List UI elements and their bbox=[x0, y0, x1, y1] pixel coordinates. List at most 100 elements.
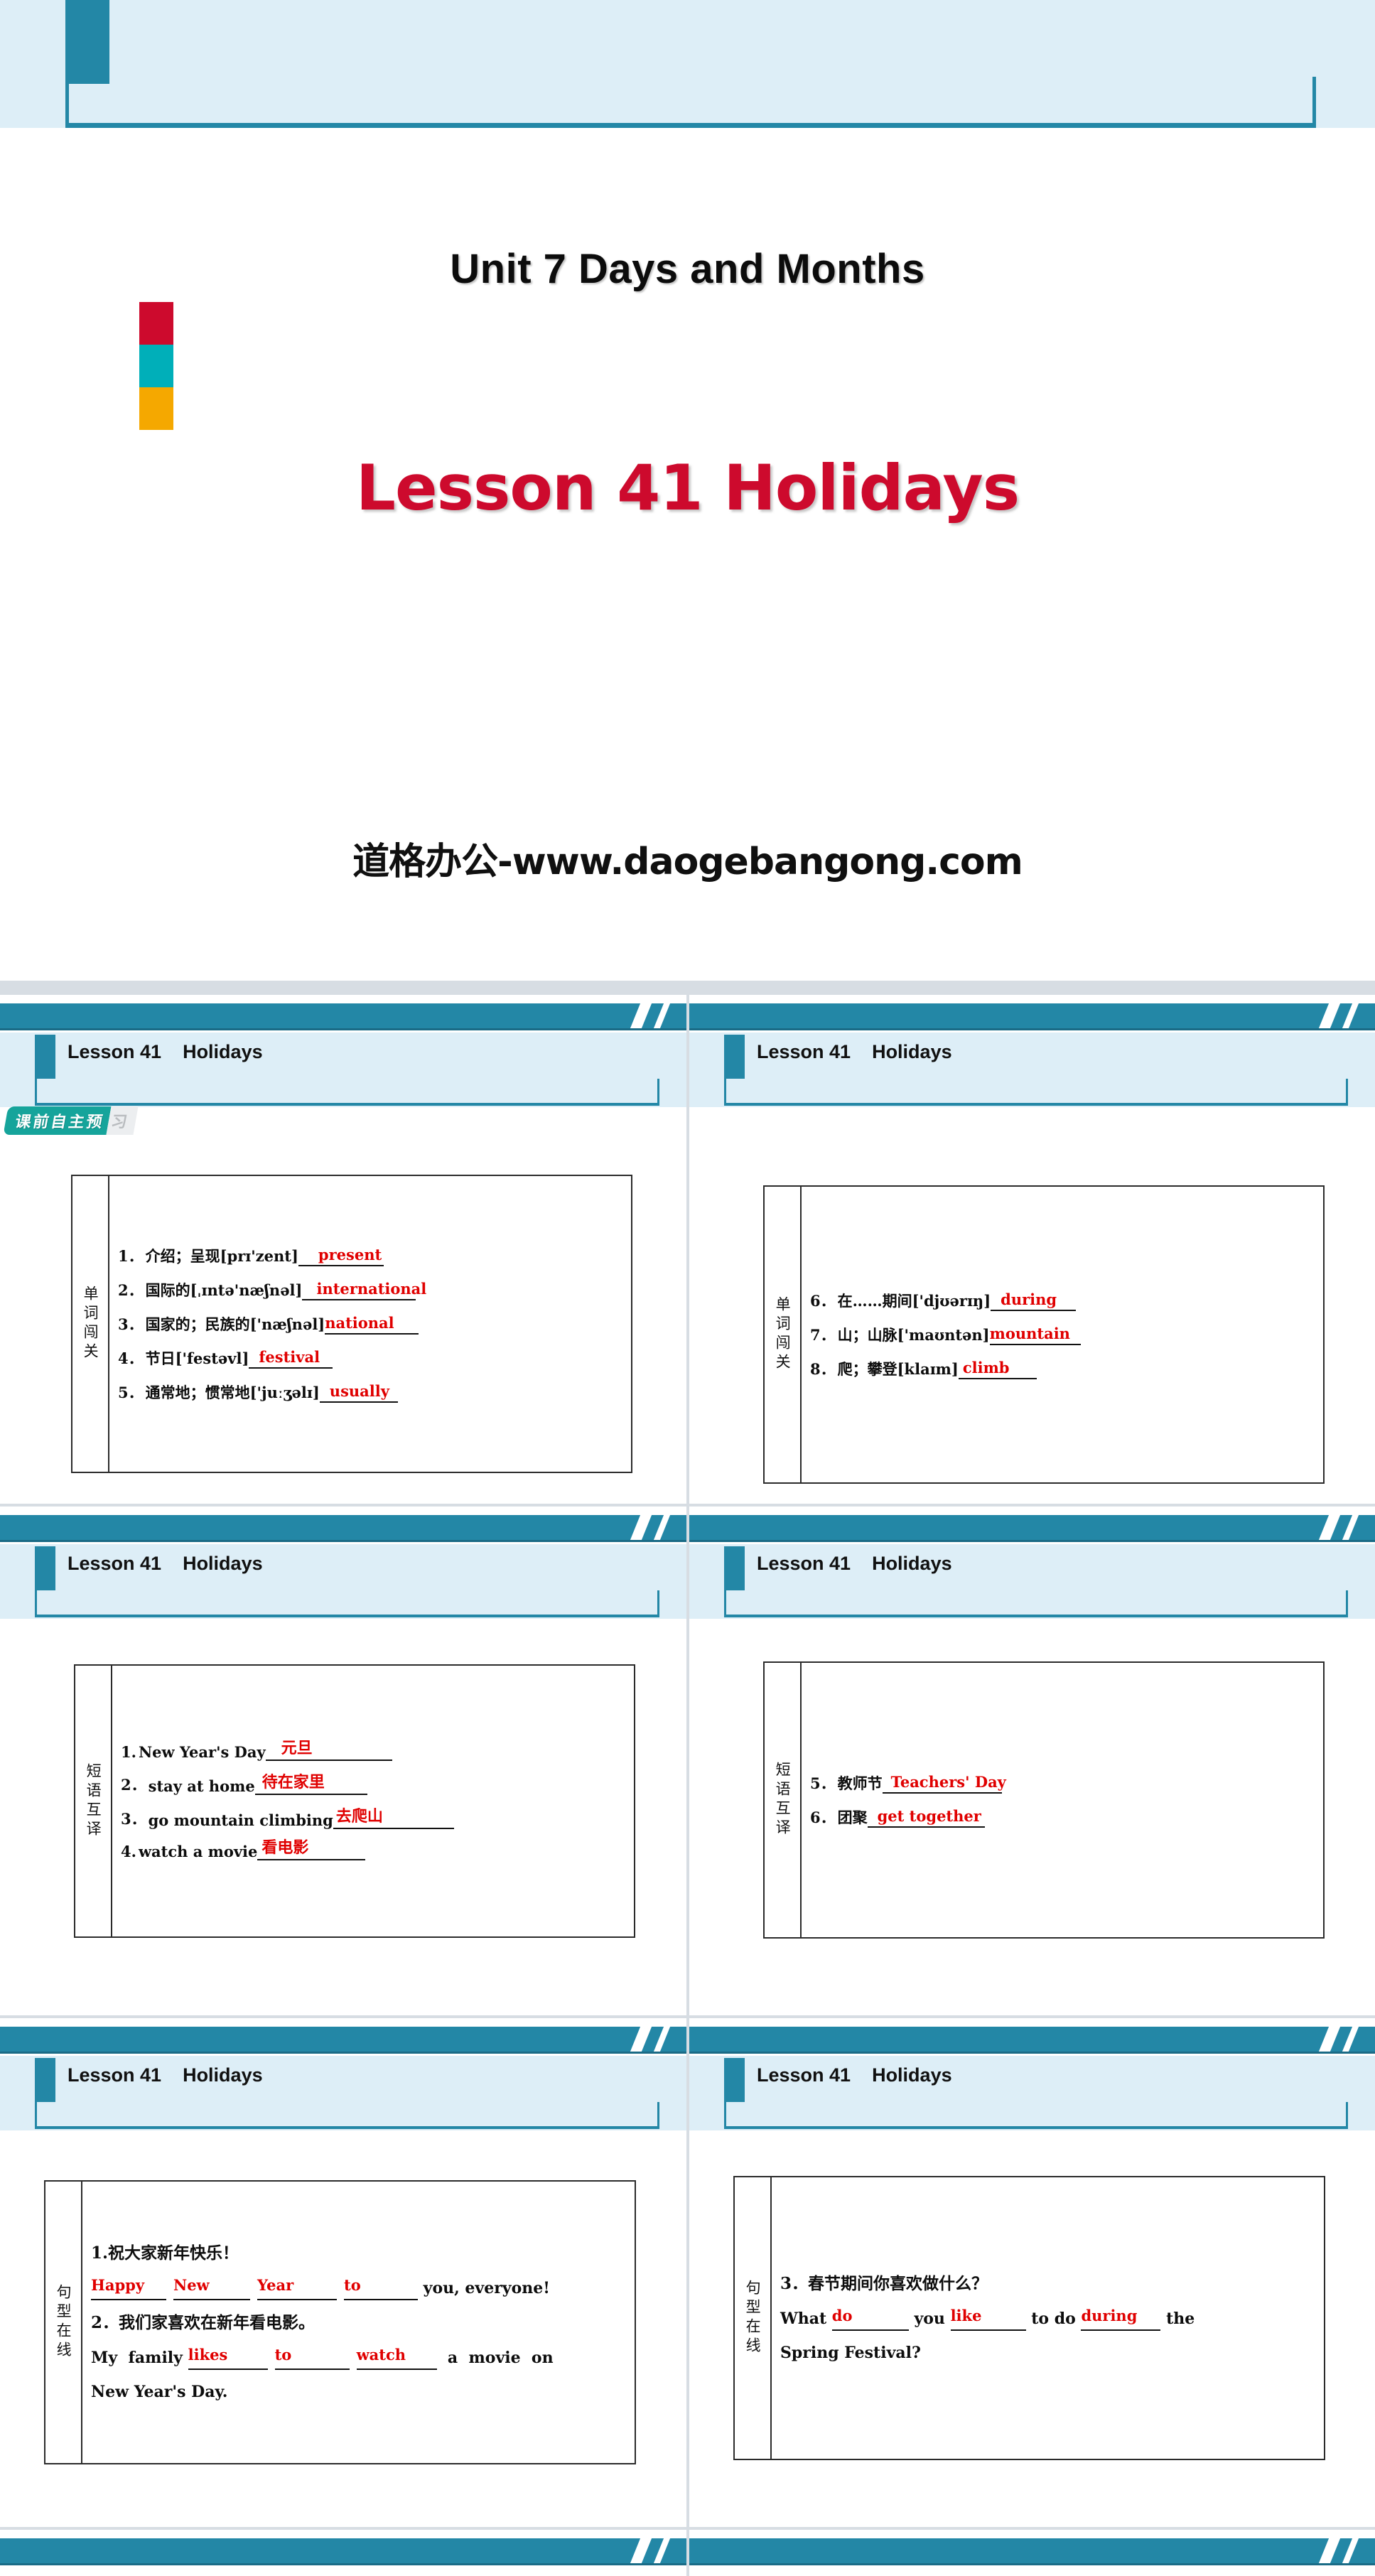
row-prompt: 国家的；民族的['næʃnəl] bbox=[145, 1315, 325, 1333]
slide-words-1[interactable]: Lesson 41 Holidays 课前自主预习单词闯关 1． 介绍；呈现[prɪ'… bbox=[0, 995, 686, 1504]
sentence-text: What bbox=[780, 2309, 832, 2328]
slide-header-title: Lesson 41 Holidays bbox=[68, 2064, 263, 2086]
table-body-cell: 1. New Year's Day 元旦 2． stay at home 待在家里 3． … bbox=[112, 1666, 634, 1936]
slide-phrases-1[interactable]: Lesson 41 Holidays 短语互译 1. New Year's Day 元旦… bbox=[0, 1507, 686, 2015]
answer-blank[interactable]: usually bbox=[319, 1382, 398, 1403]
slide-topbar bbox=[689, 2538, 1375, 2565]
slide-header-frame bbox=[35, 1079, 659, 1106]
sentence-line: New Year's Day. bbox=[91, 2382, 228, 2401]
table-row: 5． 教师节 Teachers' Day bbox=[810, 1772, 1315, 1794]
table-row: 8． 爬；攀登[klaɪm] climb bbox=[810, 1358, 1315, 1379]
answer-text: present bbox=[318, 1246, 382, 1263]
slide-header-title: Lesson 41 Holidays bbox=[68, 1553, 263, 1574]
answer-blank[interactable]: get together bbox=[867, 1807, 985, 1828]
slide-sentences-1[interactable]: Lesson 41 Holidays 句型在线 1.祝大家新年快乐！ Happy New… bbox=[0, 2018, 686, 2527]
answer-blank[interactable]: 待在家里 bbox=[254, 1773, 367, 1795]
answer-text: mountain bbox=[989, 1325, 1070, 1342]
answer-text: climb bbox=[962, 1359, 1010, 1376]
table-body-cell: 3．春节期间你喜欢做什么？ What do you like to do duri… bbox=[772, 2177, 1324, 2459]
row-number: 5． bbox=[118, 1384, 144, 1401]
answer-blank[interactable]: climb bbox=[958, 1359, 1037, 1379]
topbar-slash-icon bbox=[1342, 2027, 1359, 2052]
topbar-slash-icon bbox=[1318, 1003, 1341, 1028]
answer-blank[interactable]: 元旦 bbox=[265, 1739, 392, 1761]
unit-title: Unit 7 Days and Months bbox=[450, 246, 925, 292]
slide-header-tab bbox=[724, 1546, 745, 1590]
title-header-tab bbox=[65, 0, 109, 84]
answer-blank[interactable]: watch bbox=[356, 2346, 437, 2370]
answer-blank[interactable]: during bbox=[1081, 2307, 1161, 2331]
answer-blank[interactable]: do bbox=[831, 2307, 909, 2331]
answer-blank[interactable]: 去爬山 bbox=[333, 1807, 454, 1829]
slide-header-frame bbox=[724, 1079, 1348, 1106]
sentence-text: to do bbox=[1025, 2309, 1082, 2328]
topbar-slash-icon bbox=[1342, 1003, 1359, 1028]
answer-blank[interactable]: Happy bbox=[91, 2276, 166, 2300]
slide-topbar bbox=[689, 1003, 1375, 1030]
slide-topbar bbox=[0, 1515, 686, 1542]
content-table: 单词闯关 6． 在……期间['djʊərɪŋ] during 7． 山；山脉['maʊnt… bbox=[763, 1185, 1325, 1484]
row-prompt: 国际的[ˌɪntə'næʃnəl] bbox=[145, 1281, 303, 1299]
content-table: 句型在线 1.祝大家新年快乐！ Happy New Year to you, everyo… bbox=[44, 2180, 636, 2464]
answer-text: to bbox=[344, 2276, 361, 2295]
answer-blank[interactable]: festival bbox=[249, 1348, 333, 1369]
table-body-cell: 1． 介绍；呈现[prɪ'zent] present 2． 国际的[ˌɪntə'næʃn… bbox=[109, 1176, 631, 1472]
answer-blank[interactable]: during bbox=[991, 1290, 1077, 1311]
sentence-text: you bbox=[908, 2309, 951, 2328]
sentence-fill-line: Happy New Year to you, everyone! bbox=[91, 2276, 626, 2300]
slide-words-2[interactable]: Lesson 41 Holidays 单词闯关 6． 在……期间['djʊərɪŋ] d… bbox=[689, 995, 1375, 1504]
answer-text: to bbox=[274, 2346, 292, 2364]
answer-text: 去爬山 bbox=[335, 1806, 383, 1826]
table-label-cell: 句型在线 bbox=[735, 2177, 772, 2459]
slide-next-row-right[interactable] bbox=[689, 2530, 1375, 2576]
answer-text: Teachers' Day bbox=[890, 1773, 1006, 1791]
answer-blank[interactable]: mountain bbox=[989, 1325, 1081, 1345]
answer-text: usually bbox=[329, 1382, 389, 1400]
answer-blank[interactable]: likes bbox=[188, 2346, 268, 2370]
answer-blank[interactable]: to bbox=[344, 2276, 418, 2300]
answer-blank[interactable]: Year bbox=[257, 2276, 337, 2300]
slide-header-tab bbox=[35, 1546, 55, 1590]
answer-blank[interactable]: Teachers' Day bbox=[882, 1773, 1006, 1794]
row-prompt: 通常地；惯常地['juːʒəlɪ] bbox=[145, 1384, 320, 1401]
sentence-fill-line: My family likes to watch a movie on bbox=[91, 2346, 626, 2370]
answer-blank[interactable]: national bbox=[325, 1314, 419, 1335]
slide-header-title: Lesson 41 Holidays bbox=[757, 1553, 952, 1574]
topbar-slash-icon bbox=[653, 1515, 671, 1540]
content-table: 单词闯关 1． 介绍；呈现[prɪ'zent] present 2． 国际的[ˌɪntə'… bbox=[71, 1175, 632, 1473]
table-label-cell: 单词闯关 bbox=[765, 1187, 802, 1482]
slide-topbar bbox=[689, 1515, 1375, 1542]
table-row: 5． 通常地；惯常地['juːʒəlɪ] usually bbox=[118, 1381, 622, 1403]
slide-header-tab bbox=[35, 2058, 55, 2102]
slide-header-title: Lesson 41 Holidays bbox=[68, 1041, 263, 1062]
content-table: 短语互译 5． 教师节 Teachers' Day 6． 团聚 get together bbox=[763, 1661, 1325, 1939]
slide-sentences-2[interactable]: Lesson 41 Holidays 句型在线 3．春节期间你喜欢做什么？ What … bbox=[689, 2018, 1375, 2527]
accent-block-teal bbox=[139, 345, 173, 387]
slide-next-row-left[interactable] bbox=[0, 2530, 686, 2576]
answer-blank[interactable]: international bbox=[302, 1280, 426, 1300]
lesson-title: Lesson 41 Holidays bbox=[355, 451, 1020, 524]
table-row: 7． 山；山脉['maʊntən] mountain bbox=[810, 1324, 1315, 1345]
topbar-slash-icon bbox=[630, 1003, 652, 1028]
slide-header-frame bbox=[724, 1590, 1348, 1617]
answer-text: likes bbox=[188, 2346, 228, 2364]
answer-blank[interactable]: like bbox=[950, 2307, 1026, 2331]
accent-block-red bbox=[139, 302, 173, 345]
answer-blank[interactable]: 看电影 bbox=[257, 1838, 366, 1860]
topbar-slash-icon bbox=[1342, 1515, 1359, 1540]
slide-phrases-2[interactable]: Lesson 41 Holidays 短语互译 5． 教师节 Teachers' Day… bbox=[689, 1507, 1375, 2015]
answer-blank[interactable]: to bbox=[274, 2346, 350, 2370]
answer-text: 看电影 bbox=[261, 1838, 309, 1857]
answer-blank[interactable]: New bbox=[173, 2276, 250, 2300]
table-label-text: 短语互译 bbox=[774, 1762, 792, 1838]
table-label-cell: 短语互译 bbox=[765, 1663, 802, 1937]
answer-text: Happy bbox=[91, 2276, 145, 2295]
table-label-text: 句型在线 bbox=[744, 2280, 762, 2356]
answer-blank[interactable]: present bbox=[298, 1246, 384, 1266]
preview-badge-grey-text: 习 bbox=[106, 1106, 139, 1135]
row-number: 3． bbox=[118, 1315, 144, 1333]
row-prompt: New Year's Day bbox=[138, 1742, 266, 1761]
preview-badge-green-text: 课前自主预 bbox=[3, 1106, 112, 1135]
sentence-line: 1.祝大家新年快乐！ bbox=[91, 2243, 239, 2263]
topbar-slash-icon bbox=[653, 2538, 671, 2563]
